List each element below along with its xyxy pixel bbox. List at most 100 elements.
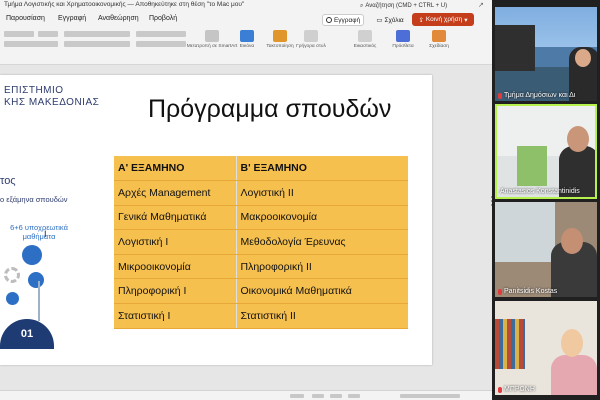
slide-workspace: ΕΠΙΣΤΗΜΙΟ ΚΗΣ ΜΑΚΕΔΟΝΙΑΣ Πρόγραμμα σπουδ… <box>0 65 492 400</box>
image-icon <box>240 30 254 42</box>
quick-styles-button[interactable]: Γρήγορα στυλ <box>296 30 326 50</box>
participant-name: ΜΠΡΩΝΗ <box>498 386 535 393</box>
menu-review[interactable]: Αναθεώρηση <box>98 15 139 22</box>
table-row: Στατιστική Ι Στατιστική ΙΙ <box>114 303 408 329</box>
table-cell[interactable]: Πληροφορική ΙΙ <box>236 254 408 280</box>
table-cell[interactable]: Γενικά Μαθηματικά <box>114 205 237 231</box>
gear-icon-small <box>28 272 44 288</box>
table-row: Πληροφορική Ι Οικονομικά Μαθηματικά <box>114 278 408 305</box>
zoom-slider[interactable] <box>400 394 460 398</box>
record-label: Εγγραφή <box>333 16 361 24</box>
participant-face <box>561 329 583 357</box>
search-placeholder: Αναζήτηση (CMD + CTRL + U) <box>365 3 448 9</box>
background-building <box>495 25 535 71</box>
participant-face <box>561 228 583 254</box>
table-cell[interactable]: Μακροοικονομία <box>236 205 408 231</box>
table-header-row: Α' ΕΞΑΜΗΝΟ Β' ΕΞΑΜΗΝΟ <box>114 156 408 182</box>
menu-presentation[interactable]: Παρουσίαση <box>6 15 45 22</box>
designer2-icon <box>432 30 446 42</box>
status-control[interactable] <box>290 394 304 398</box>
status-control[interactable] <box>348 394 360 398</box>
arrange-icon <box>273 30 287 42</box>
table-cell[interactable]: Στατιστική ΙΙ <box>236 303 408 329</box>
mic-muted-icon <box>498 288 502 295</box>
university-logo-line2: ΚΗΣ ΜΑΚΕΔΟΝΙΑΣ <box>4 97 100 108</box>
ribbon-align-row[interactable] <box>64 41 130 47</box>
ribbon-format-row[interactable] <box>4 41 58 47</box>
text-cursor-mark: I <box>44 229 47 239</box>
ribbon-paragraph-row[interactable] <box>64 31 130 37</box>
add-ins-button[interactable]: Πρόσθετα <box>388 30 418 50</box>
ribbon-size-control[interactable] <box>38 31 58 37</box>
share-arrow-icon[interactable]: ↗ <box>478 1 484 9</box>
record-button[interactable]: Εγγραφή <box>322 14 364 26</box>
background-window <box>495 202 555 262</box>
menu-view[interactable]: Προβολή <box>149 15 177 22</box>
participant-name-text: Τμήμα Δημόσιων και Δι <box>504 92 576 99</box>
participant-face <box>575 49 591 67</box>
add-ins-label: Πρόσθετα <box>392 44 414 49</box>
left-heading: τος <box>0 175 16 187</box>
designer-button[interactable]: Εικαστικός <box>350 30 380 50</box>
participant-tile[interactable]: ΜΠΡΩΝΗ <box>495 301 597 395</box>
table-cell[interactable]: Στατιστική Ι <box>114 303 237 329</box>
status-control[interactable] <box>312 394 324 398</box>
table-cell[interactable]: Μεθοδολογία Έρευνας <box>236 229 408 255</box>
arrange-button[interactable]: Τακτοποίηση <box>262 30 298 50</box>
comments-button[interactable]: ▭ Σχόλια <box>370 14 410 26</box>
title-bar: Τμήμα Λογιστικής και Χρηματοοικονομικής … <box>0 0 492 12</box>
convert-smartart-button[interactable]: Μετατροπή σε SmartArt <box>187 30 237 50</box>
participant-name-text: ΜΠΡΩΝΗ <box>504 386 535 393</box>
gear-outline-icon <box>4 267 20 283</box>
image-label: Εικόνα <box>239 44 255 49</box>
participant-name: Anastasios Konstantinidis <box>500 188 580 195</box>
table-cell[interactable]: Οικονομικά Μαθηματικά <box>236 278 408 305</box>
table-header-cell[interactable]: Β' ΕΞΑΜΗΝΟ <box>236 156 408 182</box>
participant-tile[interactable]: Τμήμα Δημόσιων και Δι <box>495 7 597 101</box>
ribbon-list-row[interactable] <box>136 31 186 37</box>
gear-icon <box>22 245 42 265</box>
ribbon: Μετατροπή σε SmartArt Εικόνα Τακτοποίηση… <box>0 27 492 65</box>
table-cell[interactable]: Λογιστική ΙΙ <box>236 180 408 206</box>
participant-name-text: Panitsidis Kostas <box>504 288 558 295</box>
ribbon-indent-row[interactable] <box>136 41 186 47</box>
ribbon-font-control[interactable] <box>4 31 34 37</box>
status-bar <box>0 390 492 400</box>
share-label: Κοινή χρήση <box>425 16 463 23</box>
video-panel: Τμήμα Δημόσιων και Δι Anastasios Konstan… <box>492 0 600 400</box>
chevron-down-icon: ▾ <box>464 16 468 24</box>
table-header-cell[interactable]: Α' ΕΞΑΜΗΝΟ <box>114 156 237 182</box>
quick-styles-icon <box>304 30 318 42</box>
search-bar[interactable]: ⌕ Αναζήτηση (CMD + CTRL + U) <box>360 1 460 11</box>
share-icon: ⇪ <box>418 16 424 24</box>
designer-icon <box>358 30 372 42</box>
designer2-button[interactable]: Σχεδίαση <box>424 30 454 50</box>
record-icon <box>325 17 332 23</box>
comments-label: Σχόλια <box>384 16 404 24</box>
table-cell[interactable]: Μικροοικονομία <box>114 254 237 280</box>
participant-tile[interactable]: Panitsidis Kostas <box>495 202 597 297</box>
left-subheading: ο εξάμηνα σπουδών <box>0 195 68 204</box>
menu-record[interactable]: Εγγραφή <box>58 15 86 22</box>
share-button[interactable]: ⇪ Κοινή χρήση ▾ <box>412 13 474 26</box>
table-row: Αρχές Management Λογιστική ΙΙ <box>114 180 408 206</box>
mic-muted-icon <box>498 92 502 99</box>
app-root: Τμήμα Λογιστικής και Χρηματοοικονομικής … <box>0 0 600 400</box>
status-control[interactable] <box>330 394 342 398</box>
table-row: Μικροοικονομία Πληροφορική ΙΙ <box>114 254 408 280</box>
search-icon: ⌕ <box>360 2 364 9</box>
participant-tile-active[interactable]: Anastasios Konstantinidis <box>495 104 597 199</box>
mic-muted-icon <box>498 386 502 393</box>
slide-canvas[interactable]: ΕΠΙΣΤΗΜΙΟ ΚΗΣ ΜΑΚΕΔΟΝΙΑΣ Πρόγραμμα σπουδ… <box>0 75 432 365</box>
plant-stem-graphic <box>38 281 40 321</box>
participant-name: Panitsidis Kostas <box>498 288 557 295</box>
image-button[interactable]: Εικόνα <box>232 30 262 50</box>
courses-note: 6+6 υποχρεωτικά μαθήματα <box>10 223 68 241</box>
table-cell[interactable]: Πληροφορική Ι <box>114 278 237 305</box>
slide-title[interactable]: Πρόγραμμα σπουδών <box>148 95 391 124</box>
participant-figure <box>551 355 597 395</box>
table-cell[interactable]: Λογιστική Ι <box>114 229 237 255</box>
add-ins-icon <box>396 30 410 42</box>
table-cell[interactable]: Αρχές Management <box>114 180 237 206</box>
curriculum-table[interactable]: Α' ΕΞΑΜΗΝΟ Β' ΕΞΑΜΗΝΟ Αρχές Management Λ… <box>114 156 408 329</box>
